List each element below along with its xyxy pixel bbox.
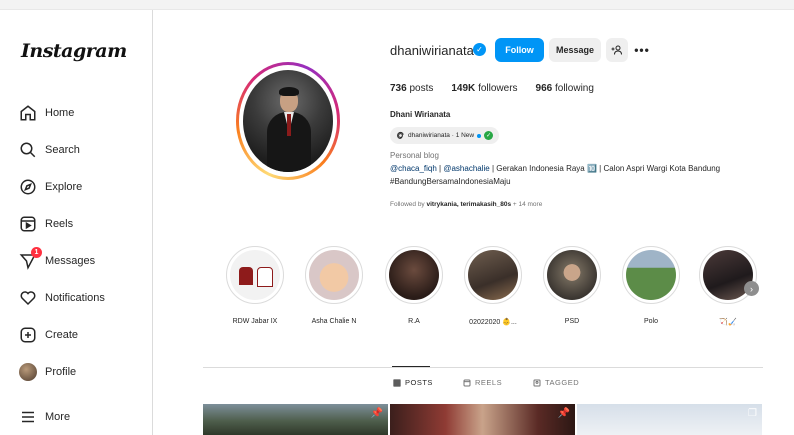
bio-mention-link[interactable]: @chaca_fiqh — [390, 164, 437, 173]
highlight-cover — [626, 250, 676, 300]
more-options-button[interactable]: ••• — [632, 38, 652, 62]
followed-by-text[interactable]: Followed by vitrykania, terimakasih_80s … — [390, 201, 542, 208]
sidebar-item-label: Home — [45, 107, 75, 119]
highlight-cover — [230, 250, 280, 300]
highlight-label: Polo — [643, 318, 658, 325]
sidebar-item-notifications[interactable]: Notifications — [18, 285, 105, 311]
highlight-cover — [309, 250, 359, 300]
profile-stats: 736 posts 149K followers 966 following — [390, 83, 594, 94]
sidebar-item-label: Profile — [45, 366, 77, 378]
highlight-label: PSD — [564, 318, 580, 325]
sidebar-item-label: More — [45, 411, 71, 423]
bio-mention-link[interactable]: @ashachalie — [443, 164, 489, 173]
sidebar-item-profile[interactable]: Profile — [18, 359, 76, 385]
browser-top-strip — [0, 0, 794, 10]
multi-post-icon: ❐ — [748, 408, 757, 419]
highlight-label: R.A — [408, 318, 420, 325]
highlights-next-button[interactable]: › — [744, 281, 759, 296]
story-highlight[interactable]: RDW Jabar IX — [225, 246, 285, 325]
threads-badge-text: dhaniwirianata · 1 New — [408, 132, 475, 139]
tab-label: POSTS — [405, 378, 433, 387]
tab-label: TAGGED — [545, 378, 580, 387]
reels-icon — [18, 214, 38, 234]
bio-hashtag[interactable]: #BandungBersamaIndonesiaMaju — [390, 177, 511, 186]
sidebar-item-label: Reels — [45, 218, 74, 230]
post-thumbnail[interactable]: 📌 — [390, 404, 575, 435]
tab-label: REELS — [475, 378, 503, 387]
sidebar-item-label: Create — [45, 329, 79, 341]
highlight-cover — [468, 250, 518, 300]
check-icon: ✓ — [484, 131, 494, 140]
story-highlight[interactable]: Polo — [621, 246, 681, 325]
pin-icon: 📌 — [370, 408, 383, 419]
threads-badge[interactable]: dhaniwirianata · 1 New ✓ — [390, 127, 500, 144]
post-thumbnail[interactable]: 📌 — [203, 404, 388, 435]
profile-photo — [243, 70, 333, 172]
heart-icon — [18, 288, 38, 308]
sidebar-item-label: Messages — [45, 255, 96, 267]
sidebar-item-create[interactable]: Create — [18, 322, 78, 348]
plus-square-icon — [18, 325, 38, 345]
tabs-divider — [203, 367, 763, 368]
sidebar-item-label: Explore — [45, 181, 83, 193]
story-highlight[interactable]: PSD — [542, 246, 602, 325]
story-highlight[interactable]: 02022020 👶... — [463, 246, 523, 326]
following-stat[interactable]: 966 following — [536, 83, 594, 94]
profile-full-name: Dhani Wirianata — [390, 110, 451, 119]
highlight-label: RDW Jabar IX — [232, 318, 278, 325]
avatar — [19, 363, 37, 381]
tab-posts[interactable]: POSTS — [393, 378, 433, 387]
profile-category: Personal blog — [390, 151, 439, 160]
sidebar: Instagram Home Search Explore Reels 1 Me… — [0, 10, 153, 435]
highlight-cover — [547, 250, 597, 300]
posts-stat: 736 posts — [390, 83, 434, 94]
home-icon — [18, 103, 38, 123]
sidebar-item-label: Notifications — [45, 292, 105, 304]
sidebar-item-search[interactable]: Search — [18, 137, 80, 163]
instagram-logo[interactable]: Instagram — [21, 40, 127, 62]
story-highlight[interactable]: R.A — [384, 246, 444, 325]
highlight-label: 🏹🏑 — [719, 319, 737, 326]
sidebar-item-explore[interactable]: Explore — [18, 174, 82, 200]
grid-icon — [393, 379, 401, 386]
tag-icon — [533, 379, 541, 386]
chevron-right-icon: › — [750, 283, 753, 294]
compass-icon — [18, 177, 38, 197]
profile-username: dhaniwirianata — [390, 43, 474, 58]
active-tab-indicator — [392, 366, 430, 367]
menu-icon — [18, 407, 38, 427]
new-dot-icon — [477, 133, 482, 138]
profile-avatar[interactable] — [236, 62, 340, 180]
ellipsis-icon: ••• — [634, 43, 650, 57]
verified-badge-icon: ✓ — [473, 43, 486, 56]
sidebar-item-reels[interactable]: Reels — [18, 211, 73, 237]
messenger-icon: 1 — [18, 247, 42, 271]
pin-icon: 📌 — [557, 408, 570, 419]
sidebar-item-more[interactable]: More — [18, 404, 70, 430]
suggested-users-button[interactable] — [606, 38, 628, 62]
tab-tagged[interactable]: TAGGED — [533, 378, 579, 387]
threads-icon — [397, 131, 404, 139]
post-thumbnail[interactable]: ❐ — [577, 404, 762, 435]
highlight-label: Asha Chalie N — [311, 318, 357, 325]
sidebar-item-home[interactable]: Home — [18, 100, 74, 126]
tab-reels[interactable]: REELS — [463, 378, 502, 387]
highlight-cover — [389, 250, 439, 300]
follow-button[interactable]: Follow — [495, 38, 544, 62]
message-button[interactable]: Message — [549, 38, 601, 62]
bio-line-1: @chaca_fiqh | @ashachalie | Gerakan Indo… — [390, 164, 721, 173]
sidebar-item-messages[interactable]: 1 Messages — [18, 247, 96, 274]
add-user-icon — [611, 45, 622, 55]
sidebar-item-label: Search — [45, 144, 80, 156]
story-highlight[interactable]: Asha Chalie N — [304, 246, 364, 325]
highlight-label: 02022020 👶... — [469, 319, 517, 326]
reels-tab-icon — [463, 379, 471, 386]
search-icon — [18, 140, 38, 160]
message-count-badge: 1 — [31, 247, 42, 258]
followers-stat[interactable]: 149K followers — [451, 83, 517, 94]
